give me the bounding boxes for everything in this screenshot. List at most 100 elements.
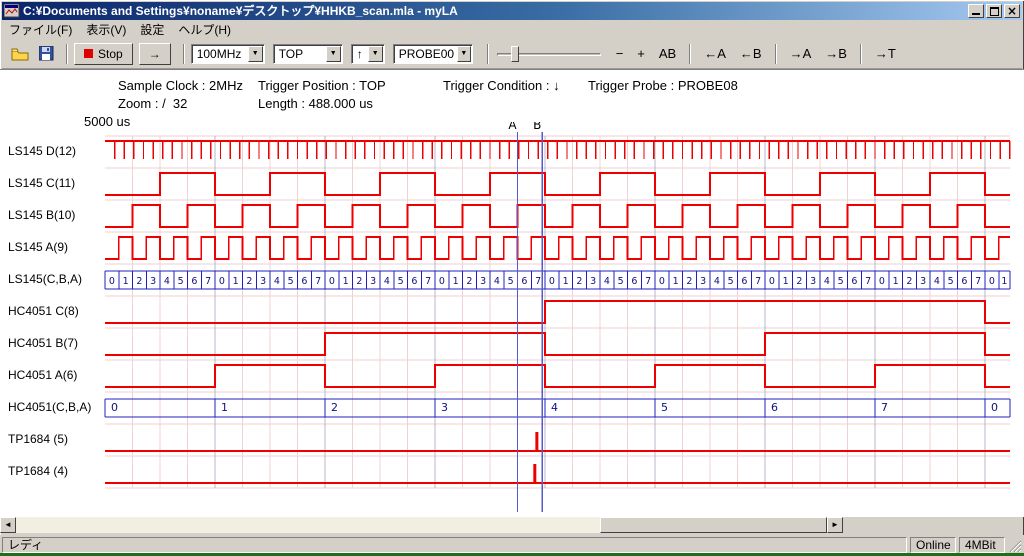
toolbar-separator bbox=[860, 44, 862, 64]
app-window: C:¥Documents and Settings¥noname¥デスクトップ¥… bbox=[0, 0, 1024, 553]
svg-text:2: 2 bbox=[576, 276, 582, 287]
svg-text:5: 5 bbox=[838, 276, 844, 287]
svg-text:0: 0 bbox=[111, 401, 118, 414]
toolbar-separator bbox=[183, 44, 185, 64]
zoom-slider[interactable] bbox=[497, 44, 601, 64]
svg-text:4: 4 bbox=[714, 276, 720, 287]
zoom-in-button[interactable]: + bbox=[631, 44, 651, 63]
svg-text:A: A bbox=[508, 122, 517, 132]
svg-text:3: 3 bbox=[480, 276, 486, 287]
scroll-right-button[interactable]: ► bbox=[827, 517, 843, 533]
toolbar-separator bbox=[775, 44, 777, 64]
svg-text:6: 6 bbox=[521, 276, 527, 287]
svg-text:6: 6 bbox=[301, 276, 307, 287]
svg-text:1: 1 bbox=[1001, 276, 1007, 287]
scrollbar-thumb[interactable] bbox=[600, 517, 827, 533]
svg-text:1: 1 bbox=[221, 401, 228, 414]
run-button[interactable]: → bbox=[139, 43, 171, 65]
sample-clock-info: Sample Clock : 2MHz bbox=[118, 78, 243, 93]
zoom-ab-button[interactable]: AB bbox=[653, 44, 682, 63]
waveform-view: Sample Clock : 2MHz Trigger Position : T… bbox=[0, 69, 1024, 517]
svg-text:1: 1 bbox=[233, 276, 239, 287]
svg-text:2: 2 bbox=[906, 276, 912, 287]
svg-text:B: B bbox=[533, 122, 541, 132]
svg-text:4: 4 bbox=[934, 276, 940, 287]
trigger-probe-select[interactable]: PROBE00 ▼ bbox=[393, 44, 473, 64]
zoom-out-button[interactable]: − bbox=[610, 44, 630, 63]
svg-text:2: 2 bbox=[796, 276, 802, 287]
svg-text:5: 5 bbox=[728, 276, 734, 287]
close-button[interactable]: × bbox=[1004, 4, 1020, 18]
svg-text:6: 6 bbox=[961, 276, 967, 287]
svg-text:1: 1 bbox=[783, 276, 789, 287]
menu-settings[interactable]: 設定 bbox=[133, 19, 171, 40]
goto-cursor-b-left-button[interactable]: ←B bbox=[734, 44, 768, 63]
svg-text:7: 7 bbox=[881, 401, 888, 414]
svg-text:6: 6 bbox=[411, 276, 417, 287]
svg-text:5: 5 bbox=[288, 276, 294, 287]
titlebar[interactable]: C:¥Documents and Settings¥noname¥デスクトップ¥… bbox=[2, 2, 1022, 20]
svg-text:6: 6 bbox=[771, 401, 778, 414]
svg-text:4: 4 bbox=[384, 276, 390, 287]
chevron-down-icon[interactable]: ▼ bbox=[457, 46, 471, 62]
svg-text:5: 5 bbox=[398, 276, 404, 287]
trigger-position-select[interactable]: TOP ▼ bbox=[273, 44, 343, 64]
svg-text:1: 1 bbox=[343, 276, 349, 287]
goto-cursor-b-right-button[interactable]: →B bbox=[819, 44, 853, 63]
stop-label: Stop bbox=[98, 47, 123, 61]
chevron-down-icon[interactable]: ▼ bbox=[248, 46, 263, 62]
waveform-plot[interactable]: 0123456701234567012345670123456701234567… bbox=[0, 122, 1024, 514]
svg-text:3: 3 bbox=[590, 276, 596, 287]
svg-text:6: 6 bbox=[191, 276, 197, 287]
scroll-left-button[interactable]: ◄ bbox=[0, 517, 16, 533]
maximize-button[interactable] bbox=[986, 4, 1002, 18]
stop-icon bbox=[84, 49, 93, 58]
svg-text:0: 0 bbox=[659, 276, 665, 287]
window-title: C:¥Documents and Settings¥noname¥デスクトップ¥… bbox=[23, 2, 968, 20]
svg-text:6: 6 bbox=[631, 276, 637, 287]
slider-thumb[interactable] bbox=[511, 46, 519, 62]
toolbar: Stop → 100MHz ▼ TOP ▼ ↑ ▼ PROBE00 ▼ − + … bbox=[2, 39, 1022, 69]
svg-text:4: 4 bbox=[604, 276, 610, 287]
svg-text:0: 0 bbox=[549, 276, 555, 287]
svg-text:7: 7 bbox=[755, 276, 761, 287]
svg-text:0: 0 bbox=[879, 276, 885, 287]
trigger-edge-value: ↑ bbox=[352, 47, 368, 61]
horizontal-scrollbar[interactable]: ◄ ► bbox=[0, 517, 843, 533]
trigger-condition-info: Trigger Condition : ↓ bbox=[443, 78, 560, 93]
resize-grip[interactable] bbox=[1008, 537, 1022, 553]
goto-trigger-button[interactable]: →T bbox=[869, 44, 902, 63]
open-file-button[interactable] bbox=[8, 43, 32, 65]
goto-cursor-a-right-button[interactable]: →A bbox=[784, 44, 818, 63]
svg-text:2: 2 bbox=[686, 276, 692, 287]
trigger-edge-select[interactable]: ↑ ▼ bbox=[351, 44, 385, 64]
save-button[interactable] bbox=[34, 43, 58, 65]
chevron-down-icon[interactable]: ▼ bbox=[368, 46, 383, 62]
svg-text:1: 1 bbox=[673, 276, 679, 287]
svg-text:5: 5 bbox=[508, 276, 514, 287]
menu-file[interactable]: ファイル(F) bbox=[2, 19, 79, 40]
sample-clock-select[interactable]: 100MHz ▼ bbox=[191, 44, 265, 64]
menu-view[interactable]: 表示(V) bbox=[79, 19, 133, 40]
minimize-icon bbox=[972, 7, 980, 15]
trigger-position-value: TOP bbox=[274, 47, 326, 61]
svg-text:2: 2 bbox=[136, 276, 142, 287]
stop-button[interactable]: Stop bbox=[74, 43, 133, 65]
statusbar: レディ Online 4MBit bbox=[0, 535, 1024, 553]
chevron-down-icon[interactable]: ▼ bbox=[326, 46, 341, 62]
svg-text:3: 3 bbox=[700, 276, 706, 287]
svg-text:4: 4 bbox=[494, 276, 500, 287]
svg-text:2: 2 bbox=[331, 401, 338, 414]
svg-text:1: 1 bbox=[453, 276, 459, 287]
maximize-icon bbox=[990, 7, 999, 16]
trigger-probe-info: Trigger Probe : PROBE08 bbox=[588, 78, 738, 93]
folder-open-icon bbox=[11, 47, 29, 61]
svg-text:1: 1 bbox=[893, 276, 899, 287]
zoom-info: Zoom : / 32 bbox=[118, 96, 187, 111]
svg-text:7: 7 bbox=[975, 276, 981, 287]
minimize-button[interactable] bbox=[968, 4, 984, 18]
svg-text:7: 7 bbox=[645, 276, 651, 287]
menu-help[interactable]: ヘルプ(H) bbox=[171, 19, 238, 40]
goto-cursor-a-left-button[interactable]: ←A bbox=[698, 44, 732, 63]
svg-text:7: 7 bbox=[205, 276, 211, 287]
